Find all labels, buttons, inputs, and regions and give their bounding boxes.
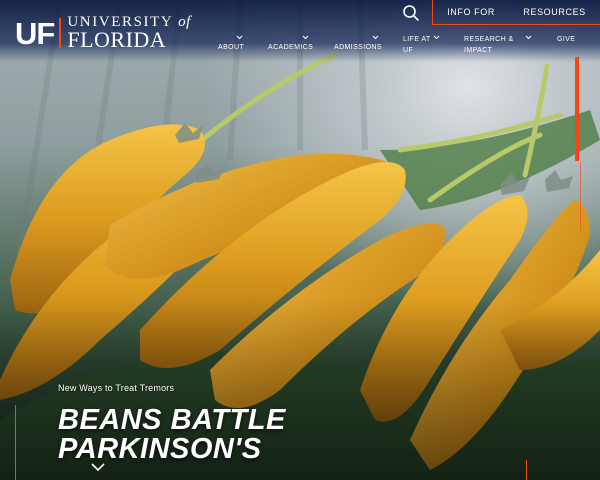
logo-line2: FLORIDA xyxy=(67,27,167,52)
chevron-down-icon[interactable] xyxy=(302,34,309,41)
uf-logo[interactable]: UF UNIVERSITY of FLORIDA xyxy=(15,15,191,51)
nav-life-at-uf[interactable]: LIFE AT UF xyxy=(403,34,431,56)
chevron-down-icon[interactable] xyxy=(236,34,243,41)
accent-line xyxy=(580,161,581,231)
nav-research-impact[interactable]: RESEARCH & IMPACT xyxy=(464,34,514,56)
nav-about[interactable]: ABOUT xyxy=(218,42,244,53)
logo-wordmark: UNIVERSITY of FLORIDA xyxy=(67,15,190,51)
nav-academics[interactable]: ACADEMICS xyxy=(268,42,313,53)
headline-line2: PARKINSON'S xyxy=(58,433,262,465)
chevron-down-icon[interactable] xyxy=(372,34,379,41)
chevron-down-icon[interactable] xyxy=(90,462,106,472)
utility-nav: INFO FOR RESOURCES xyxy=(432,0,600,25)
search-icon[interactable] xyxy=(402,4,420,22)
accent-line-right xyxy=(526,460,527,480)
nav-give[interactable]: GIVE xyxy=(557,34,575,45)
info-for-link[interactable]: INFO FOR xyxy=(447,7,495,17)
hero-kicker[interactable]: New Ways to Treat Tremors xyxy=(58,383,174,393)
logo-mark: UF xyxy=(15,15,55,51)
logo-of: of xyxy=(178,14,191,30)
nav-life-at-uf-line2: UF xyxy=(403,47,414,54)
headline-line1: BEANS BATTLE xyxy=(58,404,286,436)
accent-line-left xyxy=(15,405,16,480)
nav-admissions[interactable]: ADMISSIONS xyxy=(334,42,382,53)
resources-link[interactable]: RESOURCES xyxy=(523,7,585,17)
scroll-progress-bar xyxy=(575,57,579,161)
hero-headline[interactable]: BEANS BATTLE PARKINSON'S xyxy=(58,406,286,464)
chevron-down-icon[interactable] xyxy=(525,34,532,41)
nav-research-line2: IMPACT xyxy=(464,47,493,54)
chevron-down-icon[interactable] xyxy=(433,34,440,41)
nav-research-line1: RESEARCH & xyxy=(464,36,514,43)
nav-life-at-uf-line1: LIFE AT xyxy=(403,36,431,43)
logo-divider xyxy=(59,18,62,48)
